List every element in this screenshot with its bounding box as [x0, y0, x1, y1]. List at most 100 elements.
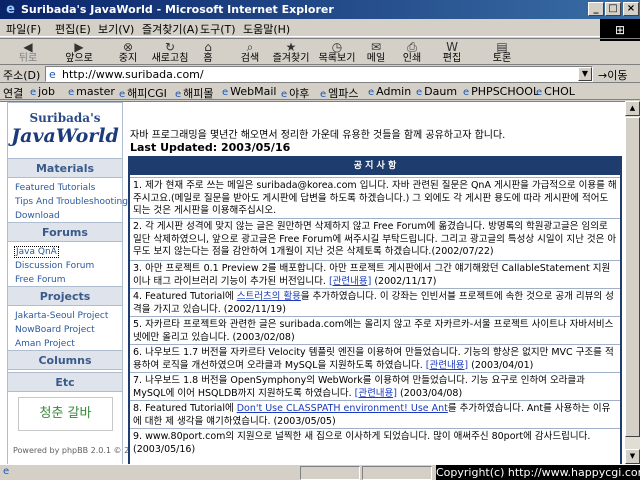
- section-forums: Forums: [8, 222, 122, 242]
- favorites-button[interactable]: ★ 즐겨찾기: [268, 40, 314, 65]
- menu-edit[interactable]: 편집(E): [55, 21, 91, 37]
- refresh-button[interactable]: ↻ 새로고침: [148, 40, 192, 65]
- link-phpschool[interactable]: e PHPSCHOOL: [463, 85, 539, 98]
- menu-file[interactable]: 파일(F): [6, 21, 41, 37]
- site-badge[interactable]: 청춘 갈바: [18, 397, 113, 431]
- vertical-scrollbar[interactable]: ▲ ▼: [625, 101, 640, 464]
- notice-related-link[interactable]: [관련내용]: [355, 388, 397, 399]
- link-chol[interactable]: e CHOL: [536, 85, 575, 98]
- stop-icon: ⊗: [122, 40, 134, 54]
- link-daum[interactable]: e Daum: [416, 85, 457, 98]
- link-icon: e: [30, 87, 37, 98]
- notice-item: 4. Featured Tutorial에 스트러츠의 활용을 추가하였습니다.…: [130, 288, 620, 316]
- forward-button[interactable]: ▶ 앞으로: [55, 40, 103, 65]
- address-dropdown-icon[interactable]: ▼: [578, 67, 592, 81]
- link-job[interactable]: e job: [30, 85, 55, 98]
- scroll-down-icon[interactable]: ▼: [625, 449, 640, 464]
- link-icon: e: [463, 87, 470, 98]
- notice-board: 공 지 사 항 1. 제가 현재 주로 쓰는 메일은 suribada@kore…: [128, 156, 622, 464]
- sidebar-link-java-qna[interactable]: Java QnA: [14, 246, 59, 258]
- notice-item: 2. 각 게시판 성격에 맞지 않는 글은 원만하면 삭제하지 않고 Free …: [130, 218, 620, 259]
- section-etc[interactable]: Etc: [8, 372, 122, 392]
- mail-button[interactable]: ✉ 메일: [364, 40, 388, 65]
- window-title: Suribada's JavaWorld - Microsoft Interne…: [21, 3, 334, 16]
- link-icon: e: [222, 87, 229, 98]
- sidebar-link-tips[interactable]: Tips And Troubleshooting: [15, 197, 128, 207]
- toolbar: ◀ 뒤로 ▶ 앞으로 ⊗ 중지 ↻ 새로고침 ⌂ 홈 ⌕ 검색 ★ 즐겨찾기 ◷…: [0, 38, 640, 65]
- menu-favorites[interactable]: 즐겨찾기(A): [142, 21, 199, 37]
- search-icon: ⌕: [246, 40, 254, 54]
- stop-button[interactable]: ⊗ 중지: [110, 40, 146, 65]
- notice-related-link[interactable]: [관련내용]: [426, 360, 468, 371]
- minimize-button[interactable]: _: [588, 2, 604, 16]
- page-icon: e: [49, 68, 56, 81]
- link-icon: e: [368, 87, 375, 98]
- sidebar-link-jakarta-seoul[interactable]: Jakarta-Seoul Project: [15, 311, 108, 321]
- print-icon: ⎙: [407, 40, 417, 54]
- site-logo[interactable]: Suribada's JavaWorld: [8, 103, 122, 158]
- site-sidebar: Suribada's JavaWorld Materials Featured …: [7, 102, 144, 464]
- section-projects: Projects: [8, 286, 122, 306]
- link-icon: e: [68, 87, 75, 98]
- address-url: http://www.suribada.com/: [62, 68, 204, 81]
- maximize-button[interactable]: □: [605, 2, 621, 16]
- sidebar-link-download[interactable]: Download: [15, 211, 60, 221]
- notice-item: 6. 나우보드 1.7 버전을 자카르타 Velocity 템플릿 엔진을 이용…: [130, 344, 620, 372]
- address-input[interactable]: e http://www.suribada.com/ ▼: [45, 66, 593, 82]
- last-updated: Last Updated: 2003/05/16: [130, 141, 291, 154]
- discuss-icon: ▤: [496, 40, 508, 54]
- sidebar-link-free-forum[interactable]: Free Forum: [15, 275, 66, 285]
- link-happycgi[interactable]: e 해피CGI: [119, 85, 167, 101]
- status-cell: [362, 466, 432, 480]
- menu-tools[interactable]: 도구(T): [200, 21, 236, 37]
- menu-view[interactable]: 보기(V): [98, 21, 134, 37]
- link-icon: e: [119, 89, 126, 100]
- notice-item: 9. www.80port.com의 지원으로 널찍한 새 집으로 이사하게 되…: [130, 428, 620, 456]
- scroll-thumb[interactable]: [625, 117, 640, 437]
- intro-text: 자바 프로그래밍을 몇년간 해오면서 정리한 가운데 유용한 것들을 함께 공유…: [130, 130, 506, 141]
- notice-ant-link[interactable]: Don't Use CLASSPATH environment! Use Ant: [237, 403, 448, 414]
- go-button[interactable]: →이동: [598, 67, 627, 83]
- link-master[interactable]: e master: [68, 85, 115, 98]
- page-status-icon: e: [3, 466, 10, 477]
- link-icon: e: [320, 89, 327, 100]
- mail-icon: ✉: [370, 40, 382, 54]
- close-button[interactable]: ×: [623, 2, 639, 16]
- edit-button[interactable]: W 편집: [437, 40, 467, 65]
- link-icon: e: [175, 89, 182, 100]
- search-button[interactable]: ⌕ 검색: [235, 40, 265, 65]
- menu-bar: 파일(F) 편집(E) 보기(V) 즐겨찾기(A) 도구(T) 도움말(H): [0, 19, 640, 37]
- link-webmail[interactable]: e WebMail: [222, 85, 276, 98]
- address-bar: 주소(D) e http://www.suribada.com/ ▼ →이동: [0, 65, 640, 83]
- notice-struts-link[interactable]: 스트러츠의 활용: [237, 291, 301, 302]
- scroll-up-icon[interactable]: ▲: [625, 101, 640, 116]
- notice-item: 5. 자카르타 프로젝트와 관련한 글은 suribada.com에는 올리지 …: [130, 316, 620, 344]
- back-button[interactable]: ◀ 뒤로: [8, 40, 48, 65]
- links-label: 연결: [3, 87, 24, 100]
- copyright-overlay: Copyright(c) http://www.happycgi.com: [436, 465, 640, 480]
- back-arrow-icon: ◀: [23, 40, 33, 54]
- link-empas[interactable]: e 엠파스: [320, 85, 359, 101]
- history-button[interactable]: ◷ 목록보기: [314, 40, 360, 65]
- sidebar-link-discussion-forum[interactable]: Discussion Forum: [15, 261, 94, 271]
- sidebar-link-featured-tutorials[interactable]: Featured Tutorials: [15, 183, 95, 193]
- link-admin[interactable]: e Admin: [368, 85, 411, 98]
- menu-help[interactable]: 도움말(H): [243, 21, 290, 37]
- link-icon: e: [536, 87, 543, 98]
- link-yahoo[interactable]: e 야후: [281, 85, 309, 101]
- print-button[interactable]: ⎙ 인쇄: [400, 40, 424, 65]
- ie-icon: e: [6, 2, 15, 17]
- status-cell: [300, 466, 360, 480]
- section-materials: Materials: [8, 158, 122, 178]
- notice-title: 공 지 사 항: [130, 158, 620, 175]
- sidebar-link-nowboard[interactable]: NowBoard Project: [15, 325, 95, 335]
- sidebar-link-aman[interactable]: Aman Project: [15, 339, 75, 349]
- home-button[interactable]: ⌂ 홈: [195, 40, 221, 65]
- notice-item: 7. 나우보드 1.8 버전을 OpenSymphony의 WebWork를 이…: [130, 372, 620, 400]
- link-happymall[interactable]: e 해피몰: [175, 85, 214, 101]
- notice-related-link[interactable]: [관련내용]: [329, 276, 371, 287]
- notice-item: 3. 아만 프로젝트 0.1 Preview 2를 배포합니다. 아만 프로젝트…: [130, 260, 620, 288]
- favorites-icon: ★: [285, 40, 297, 54]
- section-columns[interactable]: Columns: [8, 350, 122, 370]
- discuss-button[interactable]: ▤ 토론: [488, 40, 516, 65]
